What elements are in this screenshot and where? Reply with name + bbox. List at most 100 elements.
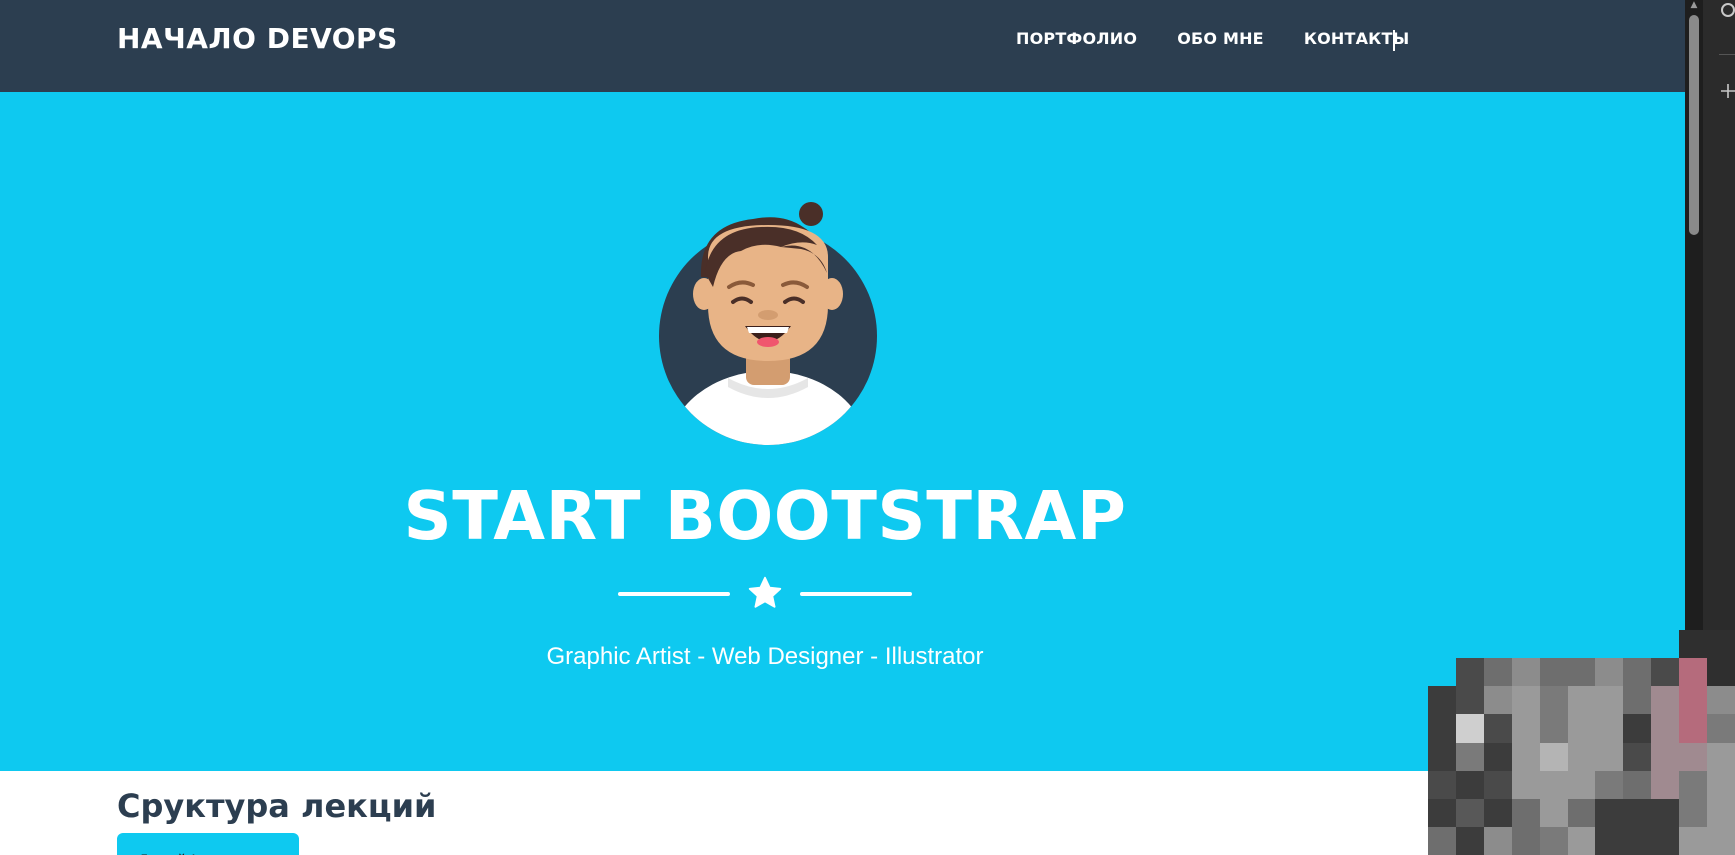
video-pixel (1567, 658, 1596, 687)
video-pixel (1595, 742, 1624, 771)
video-pixel (1595, 770, 1624, 799)
video-pixel (1539, 686, 1568, 715)
video-pixel (1707, 658, 1735, 687)
video-pixel (1455, 798, 1484, 827)
hero-subtitle: Graphic Artist - Web Designer - Illustra… (546, 643, 984, 670)
video-pixel (1679, 714, 1708, 743)
video-pixel (1595, 714, 1624, 743)
video-pixel (1455, 686, 1484, 715)
video-pixel (1455, 770, 1484, 799)
video-pixel (1595, 826, 1624, 855)
video-pixel (1623, 826, 1652, 855)
video-pixel (1679, 658, 1708, 687)
video-pixel (1679, 686, 1708, 715)
scrollbar-thumb[interactable] (1689, 15, 1699, 235)
video-pixel (1651, 826, 1680, 855)
video-pixel (1651, 658, 1680, 687)
video-pixel (1623, 686, 1652, 715)
video-pixel (1651, 798, 1680, 827)
star-divider (618, 575, 912, 615)
text-cursor (1393, 30, 1395, 51)
pixelated-video-overlay (1428, 630, 1735, 855)
video-pixel (1707, 742, 1735, 771)
video-pixel (1511, 658, 1540, 687)
video-pixel (1679, 630, 1708, 659)
divider-line-right (800, 592, 912, 596)
video-pixel (1484, 630, 1512, 658)
video-pixel (1679, 826, 1708, 855)
video-pixel (1623, 630, 1651, 658)
nav-link-portfolio[interactable]: ПОРТФОЛИО (1016, 29, 1137, 48)
video-pixel (1428, 742, 1456, 771)
search-icon[interactable] (1719, 2, 1735, 22)
video-pixel (1595, 686, 1624, 715)
avatar-illustration (659, 202, 877, 445)
video-pixel (1651, 714, 1680, 743)
video-pixel (1623, 658, 1652, 687)
video-pixel (1512, 630, 1540, 658)
video-pixel (1456, 630, 1484, 658)
lectures-section-title: Сруктура лекций (117, 787, 437, 825)
video-pixel (1455, 742, 1484, 771)
video-pixel (1539, 826, 1568, 855)
video-pixel (1651, 630, 1679, 658)
video-pixel (1623, 798, 1652, 827)
video-pixel (1595, 798, 1624, 827)
video-pixel (1651, 686, 1680, 715)
video-pixel (1707, 798, 1735, 827)
star-icon (748, 576, 782, 608)
video-pixel (1679, 770, 1708, 799)
video-pixel (1483, 826, 1512, 855)
video-pixel (1428, 826, 1456, 855)
video-pixel (1595, 630, 1623, 658)
video-pixel (1567, 686, 1596, 715)
video-pixel (1511, 686, 1540, 715)
video-pixel (1483, 742, 1512, 771)
plus-icon[interactable] (1721, 84, 1735, 98)
video-pixel (1428, 686, 1456, 715)
video-pixel (1483, 658, 1512, 687)
video-pixel (1707, 770, 1735, 799)
video-pixel (1539, 742, 1568, 771)
video-pixel (1455, 714, 1484, 743)
video-pixel (1539, 714, 1568, 743)
divider-line-left (618, 592, 730, 596)
video-pixel (1428, 714, 1456, 743)
video-pixel (1623, 714, 1652, 743)
video-pixel (1511, 742, 1540, 771)
video-pixel (1595, 658, 1624, 687)
nav-link-about[interactable]: ОБО МНЕ (1177, 29, 1264, 48)
navbar: НАЧАЛО DEVOPS ПОРТФОЛИО ОБО МНЕ КОНТАКТЫ (0, 0, 1685, 92)
video-pixel (1428, 630, 1456, 658)
video-pixel (1623, 770, 1652, 799)
video-pixel (1568, 630, 1596, 658)
video-pixel (1707, 630, 1735, 659)
video-pixel (1567, 742, 1596, 771)
video-pixel (1511, 826, 1540, 855)
video-pixel (1428, 658, 1456, 686)
video-pixel (1511, 714, 1540, 743)
nav-links: ПОРТФОЛИО ОБО МНЕ КОНТАКТЫ (1016, 29, 1409, 48)
video-pixel (1483, 686, 1512, 715)
video-pixel (1511, 770, 1540, 799)
video-pixel (1483, 770, 1512, 799)
video-pixel (1539, 770, 1568, 799)
lecture-1-button[interactable]: Лекций 1 - ветвление (117, 833, 299, 855)
video-pixel (1567, 770, 1596, 799)
video-pixel (1428, 770, 1456, 799)
video-pixel (1428, 798, 1456, 827)
brand-link[interactable]: НАЧАЛО DEVOPS (117, 22, 398, 55)
video-pixel (1651, 770, 1680, 799)
video-pixel (1707, 826, 1735, 855)
hero-title: START BOOTSTRAP (403, 477, 1127, 555)
panel-divider (1719, 54, 1735, 55)
video-pixel (1539, 658, 1568, 687)
video-pixel (1455, 658, 1484, 687)
video-pixel (1567, 826, 1596, 855)
video-pixel (1651, 742, 1680, 771)
video-pixel (1567, 714, 1596, 743)
video-pixel (1623, 742, 1652, 771)
video-pixel (1539, 798, 1568, 827)
video-pixel (1679, 742, 1708, 771)
scroll-up-icon[interactable]: ▲ (1689, 0, 1699, 10)
